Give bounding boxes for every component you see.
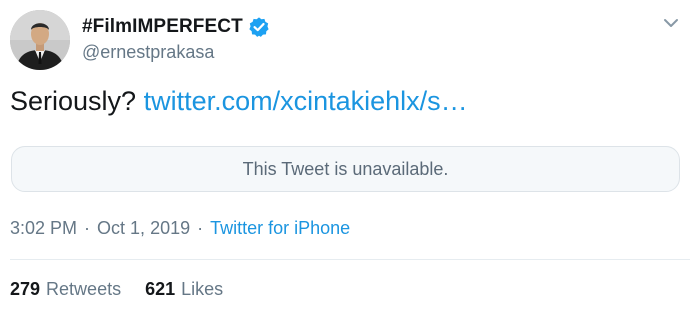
tweet-source-link[interactable]: Twitter for iPhone [210, 218, 350, 239]
likes-label: Likes [181, 279, 224, 299]
display-name-row[interactable]: #FilmIMPERFECT [82, 14, 270, 40]
quoted-tweet-card: This Tweet is unavailable. [11, 146, 680, 192]
tweet-time[interactable]: 3:02 PM [10, 218, 77, 239]
user-handle[interactable]: @ernestprakasa [82, 42, 214, 63]
tweet-text: Seriously? twitter.com/xcintakiehlx/s… [10, 83, 468, 119]
likes-count: 621 [145, 279, 176, 299]
divider [10, 259, 690, 260]
user-avatar-icon [10, 10, 70, 70]
tweet-text-body: Seriously? [10, 86, 137, 116]
unavailable-notice: This Tweet is unavailable. [242, 158, 449, 179]
retweets-stat[interactable]: 279 Retweets [10, 279, 121, 300]
tweet-date[interactable]: Oct 1, 2019 [97, 218, 190, 239]
meta-separator: · [197, 218, 204, 238]
display-name[interactable]: #FilmIMPERFECT [82, 16, 243, 38]
retweets-label: Retweets [46, 279, 122, 299]
chevron-down-icon[interactable] [662, 16, 680, 30]
tweet-meta: 3:02 PM · Oct 1, 2019 · Twitter for iPho… [10, 218, 350, 239]
avatar[interactable] [10, 10, 70, 70]
retweets-count: 279 [10, 279, 41, 299]
tweet-link[interactable]: twitter.com/xcintakiehlx/s… [144, 86, 468, 116]
likes-stat[interactable]: 621 Likes [145, 279, 223, 300]
tweet: #FilmIMPERFECT @ernestprakasa Seriously?… [0, 0, 700, 316]
verified-badge-icon [248, 16, 270, 38]
tweet-stats: 279 Retweets 621 Likes [10, 279, 247, 300]
meta-separator: · [84, 218, 91, 238]
